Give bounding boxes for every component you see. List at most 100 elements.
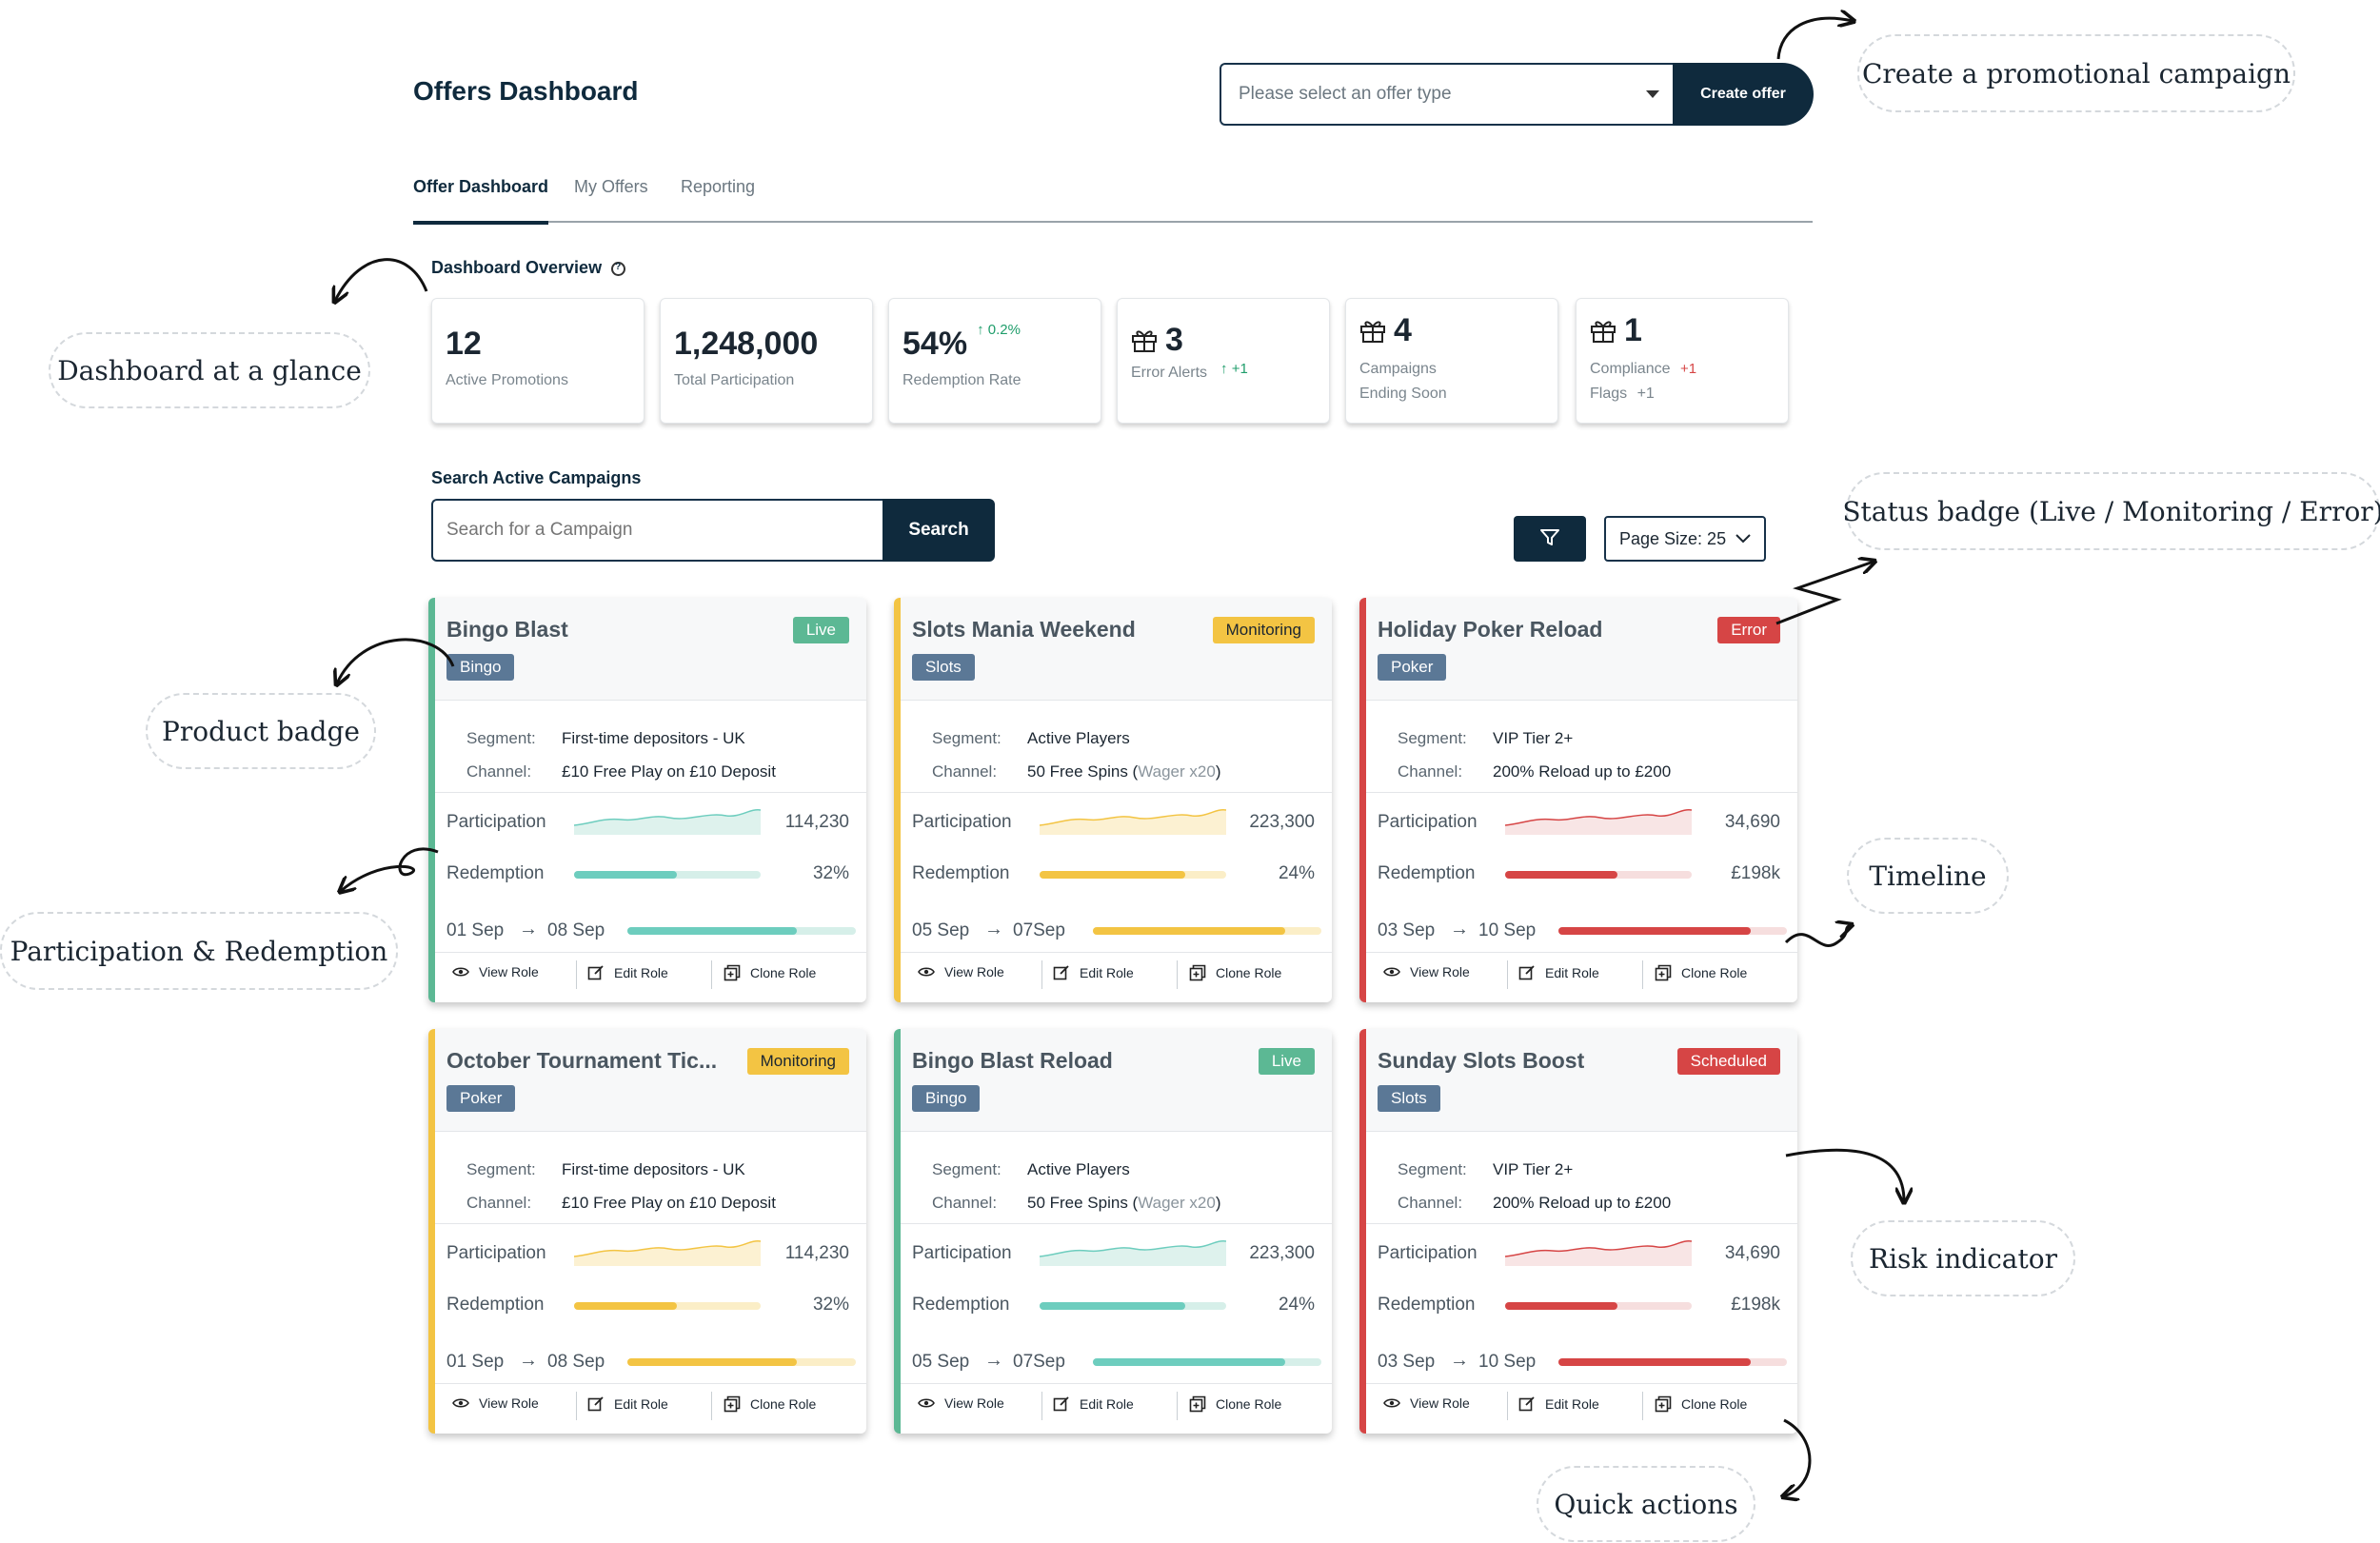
participation-value: 34,690 xyxy=(1724,812,1780,832)
view-role-button[interactable]: View Role xyxy=(918,964,1004,979)
view-role-button[interactable]: View Role xyxy=(1383,964,1470,979)
arrow-right-icon: → xyxy=(984,919,1003,940)
tab-reporting[interactable]: Reporting xyxy=(681,175,755,223)
edit-role-label: Edit Role xyxy=(1545,965,1599,980)
campaign-card[interactable]: Bingo Blast Reload Live Bingo Segment: Ac… xyxy=(894,1029,1332,1434)
participation-sparkline xyxy=(1505,809,1692,835)
view-role-button[interactable]: View Role xyxy=(1383,1395,1470,1411)
participation-row: Participation 34,690 xyxy=(1366,793,1797,844)
product-badge: Poker xyxy=(1378,654,1447,681)
clone-icon xyxy=(1189,1395,1206,1413)
channel-label: Channel: xyxy=(1398,762,1463,781)
search-button[interactable]: Search xyxy=(883,499,995,562)
chevron-down-icon xyxy=(1646,90,1659,98)
edit-role-button[interactable]: Edit Role xyxy=(587,1395,668,1413)
page-size-select[interactable]: Page Size: 25 xyxy=(1604,516,1766,562)
edit-role-button[interactable]: Edit Role xyxy=(1518,964,1599,981)
redemption-bar xyxy=(1040,1302,1226,1310)
tab-my-offers[interactable]: My Offers xyxy=(574,175,648,223)
stat-label: Error Alerts xyxy=(1131,365,1208,381)
eye-icon xyxy=(452,967,469,977)
redemption-bar xyxy=(1505,871,1692,879)
stat-value: 1 xyxy=(1624,312,1642,348)
clone-role-button[interactable]: Clone Role xyxy=(1655,964,1747,981)
view-role-label: View Role xyxy=(944,1395,1004,1411)
participation-label: Participation xyxy=(446,1243,546,1263)
participation-label: Participation xyxy=(1378,812,1478,832)
redemption-bar xyxy=(1505,1302,1692,1310)
participation-sparkline xyxy=(1505,1240,1692,1266)
clone-icon xyxy=(1655,964,1672,981)
trend-value: +1 xyxy=(1679,361,1697,377)
clone-role-button[interactable]: Clone Role xyxy=(1189,1395,1281,1413)
edit-role-button[interactable]: Edit Role xyxy=(1053,1395,1134,1413)
view-role-label: View Role xyxy=(479,1395,539,1411)
help-icon[interactable] xyxy=(611,261,626,276)
campaign-card[interactable]: Sunday Slots Boost Scheduled Slots Segme… xyxy=(1359,1029,1797,1434)
clone-role-button[interactable]: Clone Role xyxy=(1189,964,1281,981)
redemption-bar-fill xyxy=(1040,871,1185,879)
card-header: Bingo Blast Live Bingo xyxy=(435,598,866,701)
status-badge: Monitoring xyxy=(1212,617,1315,643)
timeline-bar xyxy=(1558,927,1787,935)
campaign-card[interactable]: Bingo Blast Live Bingo Segment: First-tim… xyxy=(428,598,866,1002)
offer-type-select[interactable]: Please select an offer type xyxy=(1220,63,1673,126)
card-header: October Tournament Tic... Monitoring Pok… xyxy=(435,1029,866,1132)
clone-role-button[interactable]: Clone Role xyxy=(724,964,816,981)
campaign-card[interactable]: Slots Mania Weekend Monitoring Slots Seg… xyxy=(894,598,1332,1002)
stat-error-alerts: 3 Error Alerts ↑ +1 xyxy=(1117,298,1330,424)
timeline-row: 03 Sep → 10 Sep xyxy=(1366,896,1797,953)
offer-type-placeholder: Please select an offer type xyxy=(1239,84,1452,104)
status-badge: Live xyxy=(792,617,849,643)
action-divider xyxy=(1041,960,1042,989)
search-input[interactable] xyxy=(431,499,883,562)
edit-role-button[interactable]: Edit Role xyxy=(1518,1395,1599,1413)
stat-compliance-flags: 1 Compliance +1 Flags +1 xyxy=(1576,298,1789,424)
annotation-participation: Participation & Redemption xyxy=(0,912,398,990)
participation-row: Participation 223,300 xyxy=(901,1224,1332,1276)
stat-label: Redemption Rate xyxy=(902,372,1021,388)
action-divider xyxy=(576,960,577,989)
status-badge: Scheduled xyxy=(1676,1048,1780,1075)
filter-button[interactable] xyxy=(1514,516,1586,562)
overview-heading: Dashboard Overview xyxy=(431,258,626,278)
action-divider xyxy=(711,1392,712,1420)
campaign-card[interactable]: October Tournament Tic... Monitoring Pok… xyxy=(428,1029,866,1434)
redemption-label: Redemption xyxy=(446,1295,545,1315)
filter-icon xyxy=(1540,528,1559,545)
view-role-button[interactable]: View Role xyxy=(452,1395,539,1411)
edit-role-button[interactable]: Edit Role xyxy=(1053,964,1134,981)
arrow-up-icon: ↑ xyxy=(977,322,984,338)
view-role-button[interactable]: View Role xyxy=(918,1395,1004,1411)
arrow-right-icon: → xyxy=(519,1350,538,1371)
trend-value: +1 xyxy=(1636,386,1655,402)
channel-close: ) xyxy=(1215,1194,1221,1212)
timeline-start: 01 Sep xyxy=(446,920,505,940)
edit-icon xyxy=(587,965,604,980)
view-role-label: View Role xyxy=(944,964,1004,979)
channel-value: £10 Free Play on £10 Deposit xyxy=(562,1194,776,1212)
tab-offer-dashboard[interactable]: Offer Dashboard xyxy=(413,175,549,225)
product-badge: Slots xyxy=(1378,1085,1440,1112)
campaign-card[interactable]: Holiday Poker Reload Error Poker Segment… xyxy=(1359,598,1797,1002)
timeline-bar-fill xyxy=(627,927,797,935)
overview-title: Dashboard Overview xyxy=(431,258,603,277)
segment-label: Segment: xyxy=(1398,729,1467,747)
clone-role-button[interactable]: Clone Role xyxy=(724,1395,816,1413)
annotation-quick: Quick actions xyxy=(1537,1466,1755,1542)
timeline-bar xyxy=(1093,927,1321,935)
quick-actions: View Role Edit Role Clone Role xyxy=(901,953,1332,993)
create-offer-button[interactable]: Create offer xyxy=(1673,63,1814,126)
segment-label: Segment: xyxy=(932,729,1002,747)
redemption-row: Redemption 24% xyxy=(901,844,1332,896)
view-role-button[interactable]: View Role xyxy=(452,964,539,979)
edit-role-button[interactable]: Edit Role xyxy=(587,964,668,981)
channel-value: 50 Free Spins ( xyxy=(1027,762,1139,781)
participation-row: Participation 114,230 xyxy=(435,1224,866,1276)
clone-icon xyxy=(1189,964,1206,981)
eye-icon xyxy=(1383,967,1400,977)
segment-value: First-time depositors - UK xyxy=(562,1160,745,1178)
participation-value: 34,690 xyxy=(1724,1243,1780,1263)
timeline-row: 05 Sep → 07Sep xyxy=(901,896,1332,953)
clone-role-button[interactable]: Clone Role xyxy=(1655,1395,1747,1413)
